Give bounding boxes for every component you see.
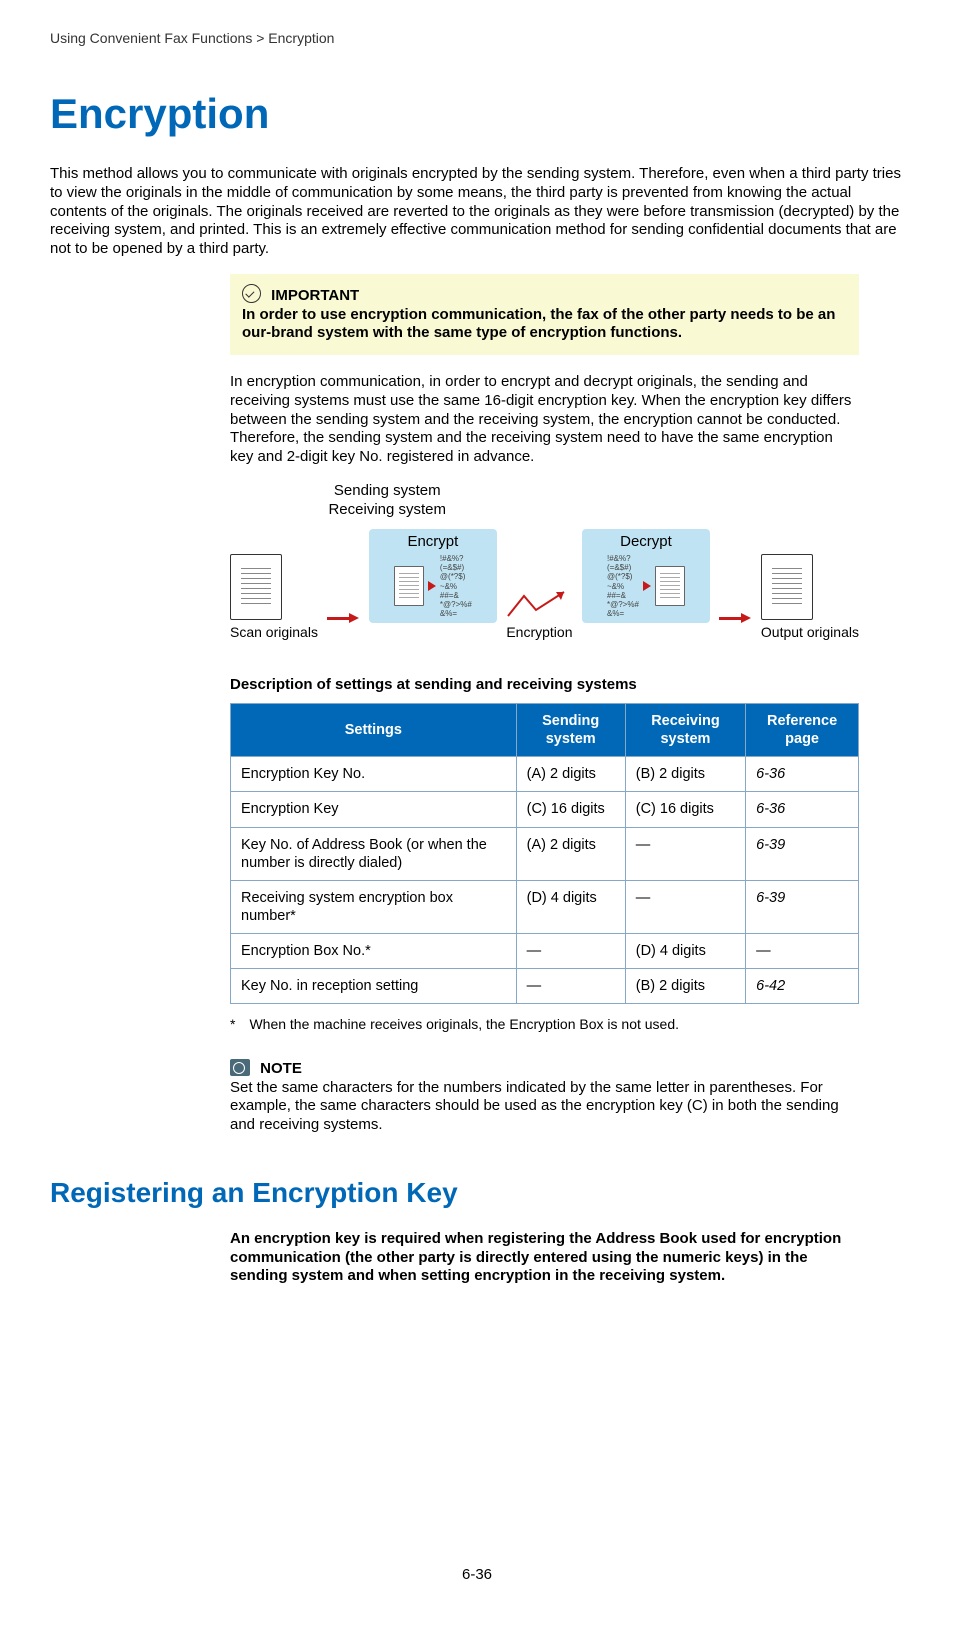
cell: 6-36 xyxy=(746,792,859,827)
document-icon xyxy=(230,554,282,620)
output-originals-label: Output originals xyxy=(761,624,859,642)
important-callout: IMPORTANT In order to use encryption com… xyxy=(230,274,859,355)
table-row: Encryption Key No. (A) 2 digits (B) 2 di… xyxy=(231,757,859,792)
cell: 6-36 xyxy=(746,757,859,792)
cell: Receiving system encryption box number* xyxy=(231,880,517,933)
encrypt-box: Encrypt !#&%?(=&$#)@(*?$)~&%##=&*@?>%#&%… xyxy=(369,529,497,623)
page-title: Encryption xyxy=(50,88,904,141)
table-row: Encryption Box No.* — (D) 4 digits — xyxy=(231,934,859,969)
transmission-icon xyxy=(506,590,566,620)
section-heading: Registering an Encryption Key xyxy=(50,1175,904,1210)
page-number: 6-36 xyxy=(50,1566,904,1585)
cell: (C) 16 digits xyxy=(625,792,745,827)
col-sending: Sending system xyxy=(516,704,625,757)
table-caption: Description of settings at sending and r… xyxy=(230,676,859,695)
cell: — xyxy=(625,880,745,933)
cipher-text-icon: !#&%?(=&$#)@(*?$)~&%##=&*@?>%#&%= xyxy=(607,554,639,618)
cell: (D) 4 digits xyxy=(516,880,625,933)
cell: Encryption Key No. xyxy=(231,757,517,792)
document-icon xyxy=(655,566,685,606)
decrypt-label: Decrypt xyxy=(620,533,672,552)
sending-system-label: Sending system xyxy=(230,482,545,501)
important-label: IMPORTANT xyxy=(271,287,359,304)
intro-paragraph: This method allows you to communicate wi… xyxy=(50,165,904,259)
table-row: Key No. of Address Book (or when the num… xyxy=(231,827,859,880)
document-icon xyxy=(761,554,813,620)
settings-table: Settings Sending system Receiving system… xyxy=(230,703,859,1004)
table-row: Encryption Key (C) 16 digits (C) 16 digi… xyxy=(231,792,859,827)
cell: Key No. in reception setting xyxy=(231,969,517,1004)
breadcrumb: Using Convenient Fax Functions > Encrypt… xyxy=(50,30,904,48)
section-text: An encryption key is required when regis… xyxy=(230,1230,859,1286)
table-row: Receiving system encryption box number* … xyxy=(231,880,859,933)
note-icon xyxy=(230,1059,250,1076)
cell: — xyxy=(516,969,625,1004)
table-footnote: * When the machine receives originals, t… xyxy=(230,1016,859,1034)
encryption-diagram: Scan originals Encrypt !#&%?(=&$#)@(*?$)… xyxy=(230,529,859,641)
cell: (A) 2 digits xyxy=(516,827,625,880)
cell: (A) 2 digits xyxy=(516,757,625,792)
col-settings: Settings xyxy=(231,704,517,757)
cell: Encryption Key xyxy=(231,792,517,827)
arrow-right-icon xyxy=(327,613,359,623)
note-label: NOTE xyxy=(260,1060,302,1077)
cell: — xyxy=(746,934,859,969)
triangle-right-icon xyxy=(428,581,436,591)
table-row: Key No. in reception setting — (B) 2 dig… xyxy=(231,969,859,1004)
scan-originals-label: Scan originals xyxy=(230,624,318,642)
cell: — xyxy=(516,934,625,969)
arrow-right-icon xyxy=(719,613,751,623)
cell: — xyxy=(625,827,745,880)
cell: 6-42 xyxy=(746,969,859,1004)
document-icon xyxy=(394,566,424,606)
encryption-label: Encryption xyxy=(506,624,572,642)
cell: (B) 2 digits xyxy=(625,969,745,1004)
cipher-text-icon: !#&%?(=&$#)@(*?$)~&%##=&*@?>%#&%= xyxy=(440,554,472,618)
decrypt-box: Decrypt !#&%?(=&$#)@(*?$)~&%##=&*@?>%#&%… xyxy=(582,529,710,623)
important-text: In order to use encryption communication… xyxy=(242,306,847,344)
encrypt-label: Encrypt xyxy=(407,533,458,552)
note-callout: NOTE Set the same characters for the num… xyxy=(230,1059,859,1135)
col-reference: Reference page xyxy=(746,704,859,757)
receiving-system-label: Receiving system xyxy=(230,501,545,520)
note-text: Set the same characters for the numbers … xyxy=(230,1079,859,1135)
cell: (C) 16 digits xyxy=(516,792,625,827)
cell: 6-39 xyxy=(746,880,859,933)
body-paragraph: In encryption communication, in order to… xyxy=(230,373,859,467)
cell: (D) 4 digits xyxy=(625,934,745,969)
cell: Encryption Box No.* xyxy=(231,934,517,969)
triangle-right-icon xyxy=(643,581,651,591)
check-circle-icon xyxy=(242,284,261,303)
cell: Key No. of Address Book (or when the num… xyxy=(231,827,517,880)
cell: (B) 2 digits xyxy=(625,757,745,792)
cell: 6-39 xyxy=(746,827,859,880)
col-receiving: Receiving system xyxy=(625,704,745,757)
